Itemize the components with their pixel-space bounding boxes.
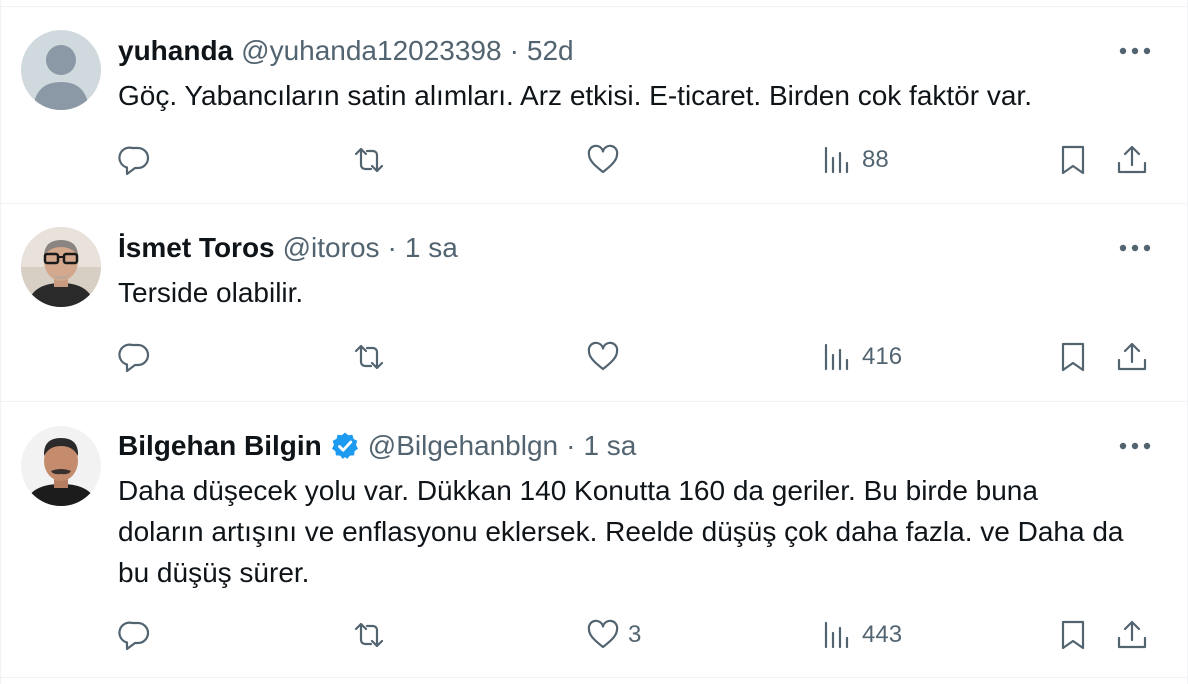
views-icon xyxy=(824,343,849,371)
repost-button[interactable] xyxy=(352,335,394,379)
more-icon xyxy=(1119,244,1151,252)
tweet[interactable]: yuhanda @yuhanda12023398 · 52d Göç. Yaba… xyxy=(1,7,1187,204)
views-button[interactable]: 416 xyxy=(820,335,902,379)
separator: · xyxy=(387,232,397,263)
bookmark-button[interactable] xyxy=(1056,613,1090,657)
reply-icon xyxy=(118,343,150,373)
more-button[interactable] xyxy=(1117,432,1153,460)
like-button[interactable] xyxy=(586,335,628,379)
views-count: 416 xyxy=(862,343,903,370)
author-handle[interactable]: @yuhanda12023398 xyxy=(241,35,501,67)
repost-button[interactable] xyxy=(352,613,394,657)
user-photo-icon xyxy=(21,227,101,307)
views-button[interactable]: 443 xyxy=(820,613,902,657)
action-bar: 3 443 xyxy=(1,613,1187,657)
separator: · xyxy=(509,35,519,66)
bookmark-icon xyxy=(1061,620,1085,650)
share-button[interactable] xyxy=(1115,613,1149,657)
views-button[interactable]: 88 xyxy=(820,138,889,182)
separator: · xyxy=(566,430,576,461)
like-count: 3 xyxy=(628,621,642,648)
tweet-header: Bilgehan Bilgin @Bilgehanblgn · 1 sa xyxy=(118,428,636,464)
repost-icon xyxy=(354,622,384,648)
bookmark-button[interactable] xyxy=(1056,335,1090,379)
tweet[interactable]: Bilgehan Bilgin @Bilgehanblgn · 1 sa Dah… xyxy=(1,402,1187,678)
views-icon xyxy=(824,146,849,174)
author-name[interactable]: İsmet Toros xyxy=(118,232,275,264)
more-button[interactable] xyxy=(1117,234,1153,262)
tweet-text: Göç. Yabancıların satin alımları. Arz et… xyxy=(118,80,1032,111)
tweet[interactable]: İsmet Toros @itoros · 1 sa Terside olabi… xyxy=(1,204,1187,402)
avatar[interactable] xyxy=(21,30,101,110)
share-icon xyxy=(1117,620,1147,649)
timestamp[interactable]: 1 sa xyxy=(405,232,458,264)
timeline-feed: yuhanda @yuhanda12023398 · 52d Göç. Yaba… xyxy=(0,0,1188,684)
share-icon xyxy=(1117,342,1147,371)
avatar[interactable] xyxy=(21,426,101,506)
repost-icon xyxy=(354,344,384,370)
tweet-text: Terside olabilir. xyxy=(118,277,304,308)
views-count: 88 xyxy=(862,146,889,173)
tweet-header: İsmet Toros @itoros · 1 sa xyxy=(118,230,458,266)
heart-icon xyxy=(587,619,619,649)
heart-icon xyxy=(587,144,619,174)
bookmark-icon xyxy=(1061,145,1085,175)
default-avatar-icon xyxy=(21,30,101,110)
share-button[interactable] xyxy=(1115,138,1149,182)
tweet-text: Daha düşecek yolu var. Dükkan 140 Konutt… xyxy=(118,475,1124,588)
heart-icon xyxy=(587,341,619,371)
like-button[interactable] xyxy=(586,138,628,182)
share-button[interactable] xyxy=(1115,335,1149,379)
avatar[interactable] xyxy=(21,227,101,307)
user-photo-icon xyxy=(21,426,101,506)
timestamp[interactable]: 1 sa xyxy=(583,430,636,462)
author-handle[interactable]: @Bilgehanblgn xyxy=(368,430,558,462)
action-bar: 88 xyxy=(1,138,1187,182)
bookmark-icon xyxy=(1061,342,1085,372)
timestamp[interactable]: 52d xyxy=(527,35,574,67)
repost-button[interactable] xyxy=(352,138,394,182)
action-bar: 416 xyxy=(1,335,1187,379)
author-name[interactable]: Bilgehan Bilgin xyxy=(118,430,322,462)
repost-icon xyxy=(354,147,384,173)
author-name[interactable]: yuhanda xyxy=(118,35,233,67)
reply-icon xyxy=(118,621,150,651)
reply-icon xyxy=(118,146,150,176)
like-button[interactable]: 3 xyxy=(586,613,641,657)
reply-button[interactable] xyxy=(118,613,160,657)
verified-badge-icon[interactable] xyxy=(330,431,360,461)
tweet-header: yuhanda @yuhanda12023398 · 52d xyxy=(118,33,574,69)
reply-button[interactable] xyxy=(118,335,160,379)
more-icon xyxy=(1119,442,1151,450)
bookmark-button[interactable] xyxy=(1056,138,1090,182)
more-icon xyxy=(1119,47,1151,55)
views-count: 443 xyxy=(862,621,903,648)
share-icon xyxy=(1117,145,1147,174)
more-button[interactable] xyxy=(1117,37,1153,65)
author-handle[interactable]: @itoros xyxy=(283,232,380,264)
reply-button[interactable] xyxy=(118,138,160,182)
views-icon xyxy=(824,621,849,649)
